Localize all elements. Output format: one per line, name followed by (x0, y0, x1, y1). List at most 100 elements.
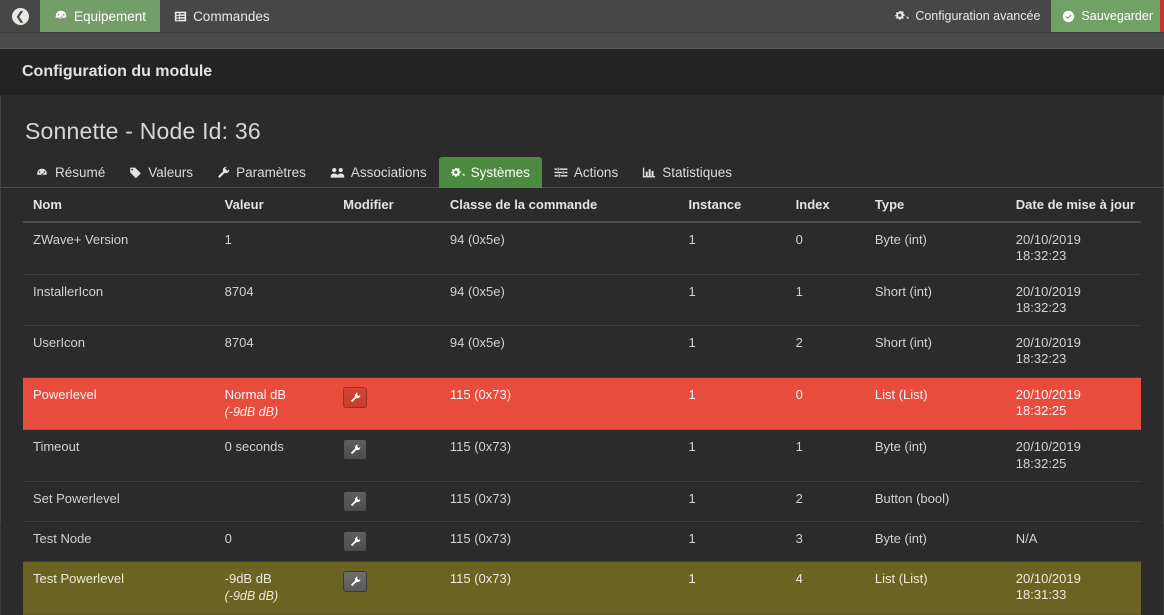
column-header-index[interactable]: Index (785, 188, 865, 223)
cell-instance: 1 (678, 325, 786, 378)
cell-type: Byte (int) (864, 429, 1006, 482)
cell-instance: 1 (678, 481, 786, 522)
table-head: Nom Valeur Modifier Classe de la command… (23, 188, 1141, 223)
cell-classe: 115 (0x73) (439, 561, 679, 615)
systems-table-container: Nom Valeur Modifier Classe de la command… (1, 188, 1163, 615)
tab-systemes[interactable]: Systèmes (438, 157, 542, 188)
tab-label: Actions (573, 165, 619, 180)
navbar-tab-commandes[interactable]: Commandes (160, 0, 284, 32)
cell-index: 0 (785, 377, 865, 431)
table-row[interactable]: Test Node 0 115 (0x73) 1 3 Byte (int) N/A (23, 521, 1141, 562)
navbar-separator (0, 33, 1164, 49)
cell-modifier (333, 274, 440, 326)
cell-valeur: Normal dB (-9dB dB) (214, 377, 334, 431)
right-edge-accent (1160, 0, 1164, 32)
cell-classe: 115 (0x73) (439, 377, 679, 431)
cell-index: 1 (785, 274, 865, 326)
dashboard-icon (35, 166, 49, 180)
cell-modifier (333, 222, 440, 275)
edit-wrench-button[interactable] (343, 530, 368, 552)
table-row[interactable]: UserIcon 8704 94 (0x5e) 1 2 Short (int) 20/10/… (23, 325, 1141, 378)
tab-parametres[interactable]: Paramètres (205, 157, 318, 188)
cell-index: 1 (785, 429, 865, 482)
wrench-icon (350, 392, 361, 403)
cell-type: Byte (int) (864, 521, 1006, 562)
cell-valeur-sub: (-9dB dB) (224, 404, 279, 419)
column-header-instance[interactable]: Instance (678, 188, 786, 223)
table-row[interactable]: Timeout 0 seconds 115 (0x73) 1 1 Byte (int) 20… (23, 429, 1141, 482)
cell-nom: Set Powerlevel (23, 481, 215, 522)
cell-modifier (333, 481, 440, 522)
cell-date: 20/10/2019 18:31:33 (1005, 561, 1141, 615)
cell-index: 3 (785, 521, 865, 562)
tab-resume[interactable]: Résumé (23, 157, 117, 188)
advanced-configuration-button[interactable]: Configuration avancée (884, 0, 1051, 32)
cell-date: N/A (1005, 521, 1141, 562)
table-row[interactable]: Test Powerlevel -9dB dB (-9dB dB) 115 (0x73… (23, 561, 1141, 615)
cell-modifier (333, 377, 440, 431)
tab-valeurs[interactable]: Valeurs (117, 157, 205, 188)
cell-valeur: 1 (214, 222, 334, 275)
cell-instance: 1 (678, 222, 786, 275)
edit-wrench-button[interactable] (343, 386, 368, 408)
cell-index: 0 (785, 222, 865, 275)
cell-classe: 115 (0x73) (439, 521, 679, 562)
edit-wrench-button[interactable] (343, 439, 368, 461)
cell-nom: UserIcon (23, 325, 215, 378)
tag-icon (129, 166, 142, 179)
cell-valeur: -9dB dB (-9dB dB) (214, 561, 334, 615)
top-navbar: ❮ Equipement Commandes Configuration ava… (0, 0, 1164, 33)
cell-nom: Test Node (23, 521, 215, 562)
edit-wrench-button[interactable] (343, 570, 368, 592)
cell-nom: Timeout (23, 429, 215, 482)
wrench-icon (350, 536, 361, 547)
gears-icon (895, 9, 910, 23)
tab-label: Associations (350, 165, 427, 180)
cell-nom: InstallerIcon (23, 274, 215, 326)
cell-classe: 115 (0x73) (439, 429, 679, 482)
cell-modifier (333, 429, 440, 482)
table-header-row: Nom Valeur Modifier Classe de la command… (23, 188, 1141, 223)
cell-classe: 94 (0x5e) (439, 274, 679, 326)
cell-index: 2 (785, 325, 865, 378)
table-row[interactable]: ZWave+ Version 1 94 (0x5e) 1 0 Byte (int) 20/1… (23, 222, 1141, 275)
arrow-left-circle-icon: ❮ (11, 7, 29, 25)
table-body: ZWave+ Version 1 94 (0x5e) 1 0 Byte (int) 20/1… (23, 222, 1141, 615)
edit-wrench-button[interactable] (343, 490, 368, 512)
tab-label: Systèmes (470, 165, 530, 180)
back-button[interactable]: ❮ (0, 0, 40, 32)
cell-instance: 1 (678, 561, 786, 615)
column-header-nom[interactable]: Nom (23, 188, 215, 223)
tab-label: Paramètres (236, 165, 306, 180)
column-header-date[interactable]: Date de mise à jour (1005, 188, 1141, 223)
cell-type: List (List) (864, 561, 1006, 615)
column-header-modifier[interactable]: Modifier (333, 188, 440, 223)
page-title: Sonnette - Node Id: 36 (25, 118, 261, 144)
column-header-valeur[interactable]: Valeur (214, 188, 334, 223)
save-button[interactable]: Sauvegarder (1051, 0, 1164, 32)
cell-index: 2 (785, 481, 865, 522)
tab-associations[interactable]: Associations (318, 157, 439, 188)
page-container: Configuration du module Sonnette - Node … (0, 49, 1164, 615)
navbar-tab-equipement[interactable]: Equipement (40, 0, 161, 32)
table-row[interactable]: InstallerIcon 8704 94 (0x5e) 1 1 Short (int) 2… (23, 274, 1141, 326)
tab-label: Statistiques (662, 165, 732, 180)
list-icon (174, 10, 187, 23)
tab-bar: Résumé Valeurs Paramètres Associations S… (1, 151, 1163, 188)
tab-label: Résumé (55, 165, 106, 180)
cell-classe: 94 (0x5e) (439, 222, 679, 275)
column-header-type[interactable]: Type (864, 188, 1006, 223)
tab-statistiques[interactable]: Statistiques (630, 157, 744, 188)
navbar-tab-label: Equipement (74, 8, 147, 24)
column-header-classe[interactable]: Classe de la commande (439, 188, 679, 223)
table-row[interactable]: Set Powerlevel 115 (0x73) 1 2 Button (bool) (23, 481, 1141, 522)
table-row[interactable]: Powerlevel Normal dB (-9dB dB) 115 (0x73) 1 0… (23, 377, 1141, 431)
cell-type: List (List) (864, 377, 1006, 431)
cell-classe: 94 (0x5e) (439, 325, 679, 378)
tab-actions[interactable]: Actions (542, 157, 630, 188)
cell-date: 20/10/2019 18:32:23 (1005, 325, 1141, 378)
cell-date: 20/10/2019 18:32:23 (1005, 222, 1141, 275)
cell-type: Byte (int) (864, 222, 1006, 275)
cell-instance: 1 (678, 429, 786, 482)
cell-instance: 1 (678, 377, 786, 431)
